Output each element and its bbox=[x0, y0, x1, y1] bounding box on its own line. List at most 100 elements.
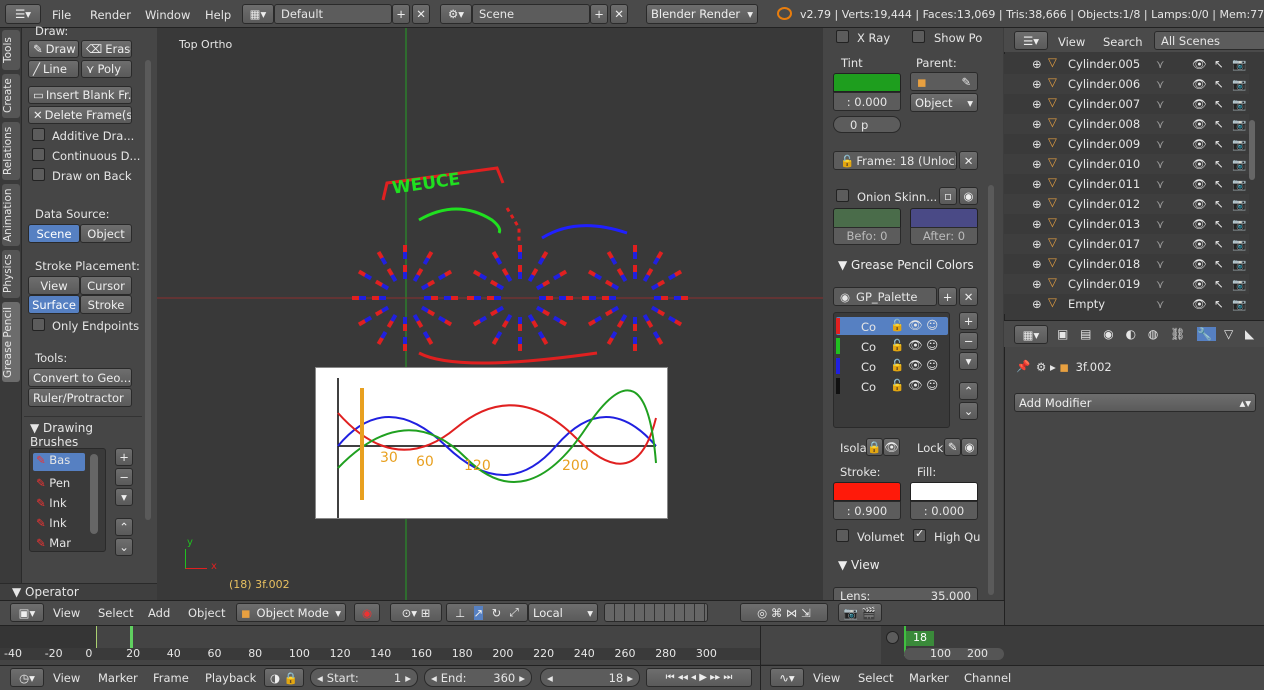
select-icon[interactable]: ↖ bbox=[1214, 297, 1224, 311]
pin-icon[interactable]: 📌 bbox=[1016, 359, 1030, 373]
outliner-row[interactable]: ⊕ ▽ Cylinder.008 ⋎ 👁 ↖ 📷 bbox=[1004, 114, 1249, 134]
timeline-view-menu[interactable]: View bbox=[53, 671, 80, 685]
stroke-alpha-field[interactable]: : 0.900 bbox=[833, 501, 901, 520]
graph-scrollbar[interactable] bbox=[904, 648, 1004, 660]
high-quality-checkbox[interactable] bbox=[913, 527, 926, 542]
outliner-row[interactable]: ⊕ ▽ Cylinder.011 ⋎ 👁 ↖ 📷 bbox=[1004, 174, 1249, 194]
current-frame-field[interactable]: ◂ 18 ▸ bbox=[540, 668, 640, 687]
graph-select-menu[interactable]: Select bbox=[858, 671, 893, 685]
layout-icon-button[interactable]: ▦▾ bbox=[242, 4, 274, 24]
outliner-row[interactable]: ⊕ ▽ Cylinder.013 ⋎ 👁 ↖ 📷 bbox=[1004, 214, 1249, 234]
palette-remove-button[interactable]: ✕ bbox=[959, 287, 978, 306]
outliner-row[interactable]: ⊕ ▽ Cylinder.017 ⋎ 👁 ↖ 📷 bbox=[1004, 234, 1249, 254]
select-icon[interactable]: ↖ bbox=[1214, 277, 1224, 291]
color-slot-icons[interactable]: 🔓 👁 ☺ bbox=[890, 378, 938, 392]
fill-alpha-field[interactable]: : 0.000 bbox=[910, 501, 978, 520]
brush-item[interactable]: ✎ Ink bbox=[36, 496, 67, 510]
placement-surface[interactable]: Surface bbox=[28, 295, 80, 314]
graph-channel-toggle[interactable] bbox=[886, 631, 899, 644]
view3d-object-menu[interactable]: Object bbox=[188, 606, 225, 620]
menu-help[interactable]: Help bbox=[205, 8, 231, 22]
view3d-editor-button[interactable]: ▣▾ bbox=[10, 603, 44, 622]
timeline-frame-menu[interactable]: Frame bbox=[153, 671, 189, 685]
frame-remove-button[interactable]: ✕ bbox=[959, 151, 978, 170]
visibility-icon[interactable]: 👁 bbox=[1192, 117, 1207, 131]
expand-icon[interactable]: ⊕ bbox=[1032, 57, 1042, 71]
expand-icon[interactable]: ⊕ bbox=[1032, 97, 1042, 111]
visibility-icon[interactable]: 👁 bbox=[1192, 237, 1207, 251]
graph-channel-menu[interactable]: Channel bbox=[964, 671, 1011, 685]
menu-window[interactable]: Window bbox=[145, 8, 190, 22]
visibility-icon[interactable]: 👁 bbox=[1192, 197, 1207, 211]
grease-pencil-mode-button[interactable]: ◉ bbox=[354, 603, 380, 622]
visibility-icon[interactable]: 👁 bbox=[1192, 277, 1207, 291]
expand-icon[interactable]: ⊕ bbox=[1032, 137, 1042, 151]
line-button[interactable]: ╱ Line bbox=[28, 60, 79, 78]
tab-physics[interactable]: Physics bbox=[2, 250, 20, 298]
placement-view[interactable]: View bbox=[28, 276, 80, 295]
brush-item[interactable]: ✎ Mar bbox=[36, 536, 71, 550]
draw-on-back-checkbox[interactable] bbox=[32, 168, 45, 181]
tab-create[interactable]: Create bbox=[2, 74, 20, 118]
onion-before-value[interactable]: Befo: 0 bbox=[833, 227, 901, 245]
gp-colors-header[interactable]: ▼ Grease Pencil Colors bbox=[838, 258, 974, 272]
select-icon[interactable]: ↖ bbox=[1214, 237, 1224, 251]
expand-icon[interactable]: ⊕ bbox=[1032, 277, 1042, 291]
select-icon[interactable]: ↖ bbox=[1214, 137, 1224, 151]
render-icon[interactable]: 📷 bbox=[1232, 177, 1246, 191]
layout-field[interactable]: Default bbox=[274, 4, 392, 24]
select-icon[interactable]: ↖ bbox=[1214, 197, 1224, 211]
draw-button[interactable]: ✎ Draw bbox=[28, 40, 79, 58]
render-icon[interactable]: 📷 bbox=[1232, 97, 1246, 111]
add-modifier-select[interactable]: Add Modifier ▴▾ bbox=[1014, 393, 1256, 412]
render-icon[interactable]: 📷 bbox=[1232, 237, 1246, 251]
parent-field[interactable]: ◼ ✎ bbox=[910, 72, 978, 91]
color-add-button[interactable]: + bbox=[959, 312, 978, 330]
render-icon[interactable]: 📷 bbox=[1232, 297, 1246, 311]
visibility-icon[interactable]: 👁 bbox=[1192, 137, 1207, 151]
color-slot-label[interactable]: Co bbox=[861, 380, 876, 394]
select-icon[interactable]: ↖ bbox=[1214, 57, 1224, 71]
tab-relations[interactable]: Relations bbox=[2, 122, 20, 180]
render-icon[interactable]: 📷 bbox=[1232, 257, 1246, 271]
visibility-icon[interactable]: 👁 bbox=[1192, 157, 1207, 171]
render-icon[interactable]: 📷 bbox=[1232, 197, 1246, 211]
visibility-icon[interactable]: 👁 bbox=[1192, 97, 1207, 111]
brush-up-button[interactable]: ⌃ bbox=[115, 518, 133, 536]
onion-skinning-checkbox[interactable] bbox=[836, 189, 849, 202]
graph-view-menu[interactable]: View bbox=[813, 671, 840, 685]
stroke-color-swatch[interactable] bbox=[833, 482, 901, 501]
expand-icon[interactable]: ⊕ bbox=[1032, 217, 1042, 231]
layer-buttons[interactable] bbox=[604, 603, 708, 622]
view-panel-header[interactable]: ▼ View bbox=[838, 558, 880, 572]
expand-icon[interactable]: ⊕ bbox=[1032, 157, 1042, 171]
data-source-scene[interactable]: Scene bbox=[28, 224, 80, 243]
outliner-view-menu[interactable]: View bbox=[1058, 35, 1085, 49]
tint-color-swatch[interactable] bbox=[833, 73, 901, 92]
layout-add-button[interactable]: + bbox=[392, 4, 410, 24]
brush-remove-button[interactable]: − bbox=[115, 468, 133, 486]
properties-scrollbar[interactable] bbox=[988, 185, 994, 595]
color-down-button[interactable]: ⌄ bbox=[959, 402, 978, 420]
preview-range-button[interactable]: ◑ 🔒 bbox=[264, 668, 304, 687]
render-icon[interactable]: 📷 bbox=[1232, 117, 1246, 131]
outliner-row[interactable]: ⊕ ▽ Cylinder.018 ⋎ 👁 ↖ 📷 bbox=[1004, 254, 1249, 274]
tab-tools[interactable]: Tools bbox=[2, 30, 20, 70]
scene-remove-button[interactable]: ✕ bbox=[610, 4, 628, 24]
menu-render[interactable]: Render bbox=[90, 8, 131, 22]
outliner-row[interactable]: ⊕ ▽ Cylinder.007 ⋎ 👁 ↖ 📷 bbox=[1004, 94, 1249, 114]
brush-item[interactable]: ✎ Ink bbox=[36, 516, 67, 530]
outliner-row[interactable]: ⊕ ▽ Cylinder.019 ⋎ 👁 ↖ 📷 bbox=[1004, 274, 1249, 294]
convert-to-geometry-button[interactable]: Convert to Geo...▾ bbox=[28, 368, 132, 387]
color-slot-label[interactable]: Co bbox=[861, 340, 876, 354]
snap-toggle-buttons[interactable]: ◎ ⌘ ⋈ ⇲ bbox=[740, 603, 828, 622]
insert-blank-frame-button[interactable]: ▭ Insert Blank Fr... bbox=[28, 86, 132, 104]
graph-current-frame[interactable]: 18 bbox=[906, 631, 934, 646]
outliner-search-menu[interactable]: Search bbox=[1103, 35, 1143, 49]
visibility-icon[interactable]: 👁 bbox=[1192, 77, 1207, 91]
render-icon[interactable]: 📷 bbox=[1232, 57, 1246, 71]
properties-context-icons[interactable]: ▣ ▤ ◉ ◐ ◍ ⛓ 🔧 ▽ ◣ ▩ bbox=[1057, 327, 1264, 341]
outliner-row[interactable]: ⊕ ▽ Cylinder.010 ⋎ 👁 ↖ 📷 bbox=[1004, 154, 1249, 174]
graph-editor-button[interactable]: ∿▾ bbox=[770, 668, 804, 687]
expand-icon[interactable]: ⊕ bbox=[1032, 297, 1042, 311]
